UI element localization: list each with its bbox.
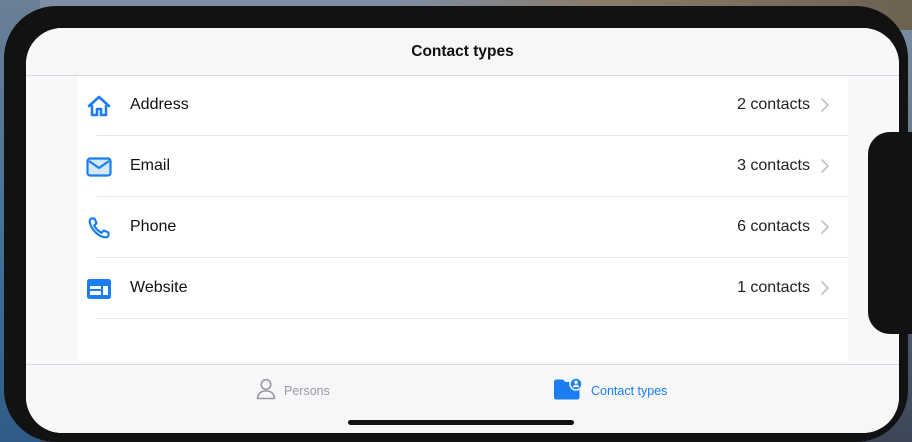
content-area: Address 2 contacts Email 3 contacts Phon… — [26, 76, 899, 365]
tab-label: Contact types — [591, 384, 668, 398]
chevron-right-icon — [820, 159, 830, 173]
row-divider — [96, 257, 848, 258]
browser-window-icon — [86, 277, 112, 301]
tab-contact-types[interactable]: Contact types — [553, 376, 668, 405]
page-title: Contact types — [411, 43, 514, 60]
chevron-right-icon — [820, 281, 830, 295]
envelope-icon — [86, 155, 112, 179]
device-notch — [868, 132, 912, 334]
list-item-phone[interactable]: Phone 6 contacts — [78, 198, 848, 258]
navigation-bar: Contact types — [26, 28, 899, 76]
list-item-label: Address — [130, 96, 189, 113]
row-divider — [96, 318, 848, 319]
row-divider — [96, 196, 848, 197]
home-indicator[interactable] — [348, 420, 574, 425]
folder-person-icon — [553, 376, 583, 405]
contact-count: 3 contacts — [737, 157, 810, 174]
list-item-label: Website — [130, 279, 188, 296]
house-icon — [86, 94, 112, 118]
list-item-website[interactable]: Website 1 contacts — [78, 259, 848, 319]
tab-label: Persons — [284, 384, 330, 398]
list-item-email[interactable]: Email 3 contacts — [78, 137, 848, 197]
contact-count: 6 contacts — [737, 218, 810, 235]
contact-types-list: Address 2 contacts Email 3 contacts Phon… — [78, 76, 848, 362]
device-frame: Contact types Address 2 contacts Email 3… — [4, 6, 912, 442]
list-item-label: Email — [130, 157, 171, 174]
phone-icon — [86, 216, 112, 240]
chevron-right-icon — [820, 98, 830, 112]
app-screen: Contact types Address 2 contacts Email 3… — [26, 28, 899, 433]
list-item-label: Phone — [130, 218, 177, 235]
list-item-address[interactable]: Address 2 contacts — [78, 76, 848, 136]
chevron-right-icon — [820, 220, 830, 234]
contact-count: 2 contacts — [737, 96, 810, 113]
tab-persons[interactable]: Persons — [256, 378, 330, 405]
row-divider — [96, 135, 848, 136]
person-icon — [256, 378, 276, 405]
contact-count: 1 contacts — [737, 279, 810, 296]
